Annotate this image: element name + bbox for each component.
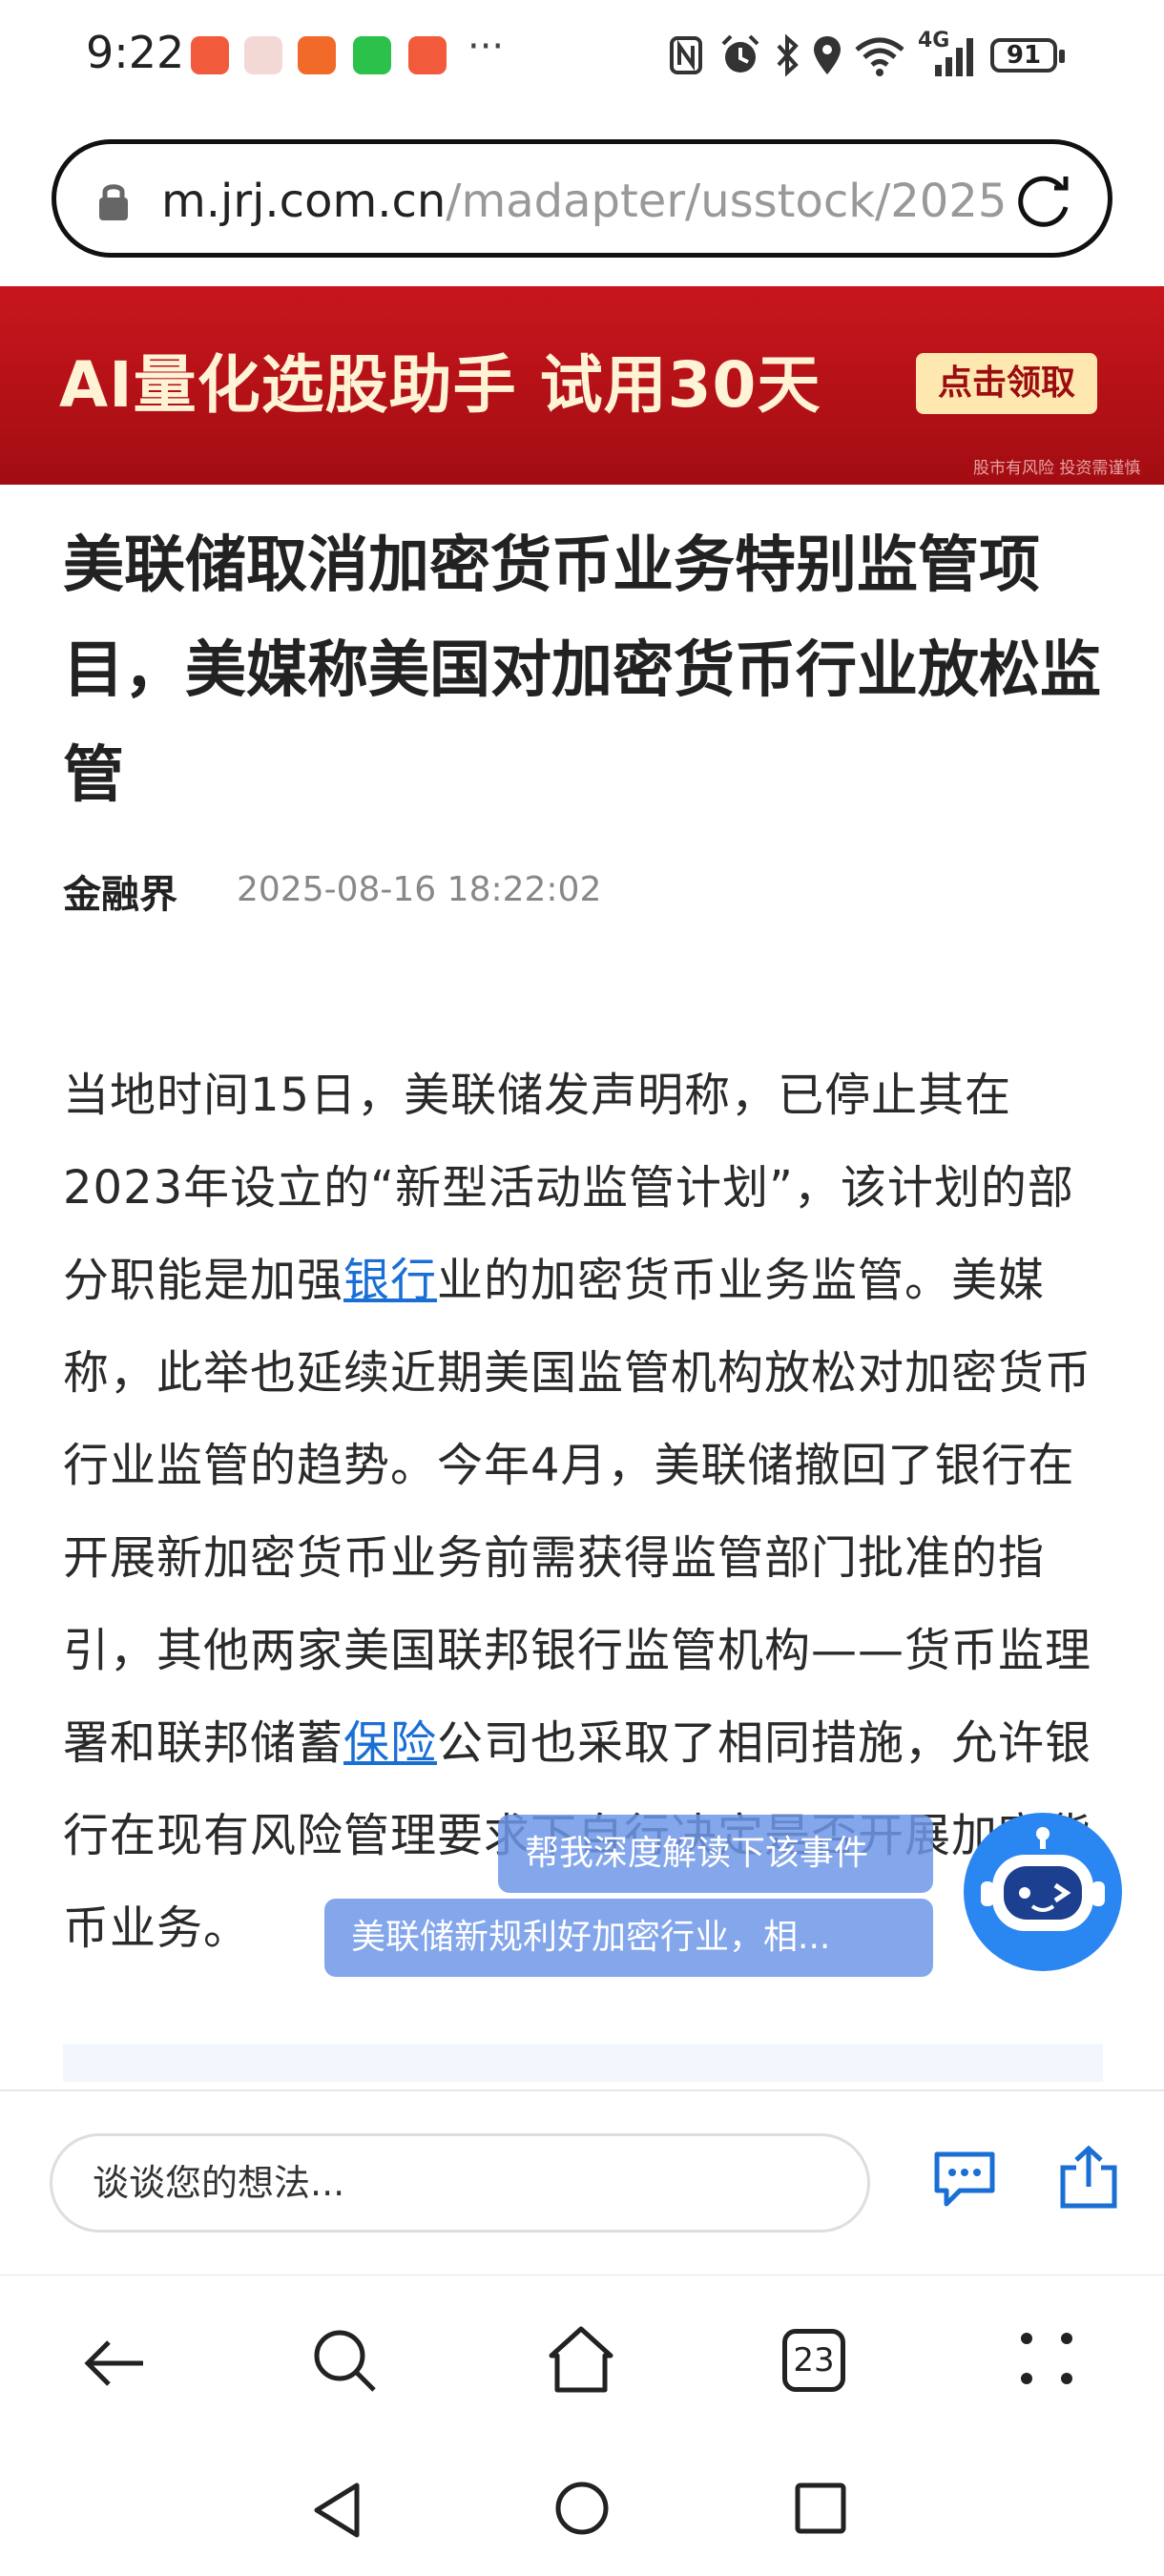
insurance-link[interactable]: 保险 — [343, 1716, 437, 1770]
body-text: 业的加密货币业务监管。美媒称，此举也延续近期美国监管机构放松对加密货币行业监管的… — [63, 1254, 1092, 1770]
home-icon[interactable] — [546, 2323, 616, 2396]
app-notification-icon — [298, 36, 336, 74]
ad-title: AI量化选股助手 试用30天 — [59, 348, 821, 422]
more-notifications-icon: ··· — [468, 25, 505, 69]
back-icon[interactable] — [80, 2329, 149, 2398]
url-domain: m.jrj.com.cn — [161, 175, 447, 228]
ad-disclaimer: 股市有风险 投资需谨慎 — [973, 459, 1141, 478]
system-back-icon[interactable] — [309, 2480, 366, 2541]
url-path: /madapter/usstock/2025 — [446, 175, 1008, 228]
alarm-icon — [721, 34, 759, 73]
comment-bar: 谈谈您的想法... — [0, 2091, 1164, 2273]
signal-icon — [935, 38, 973, 76]
location-icon — [814, 36, 841, 74]
status-bar: 9:22 ··· 4G 91 — [0, 0, 1164, 124]
app-notification-icon — [408, 36, 447, 74]
wifi-icon — [855, 37, 904, 76]
system-nav — [0, 2447, 1164, 2576]
app-notification-icon — [191, 36, 229, 74]
bank-link[interactable]: 银行 — [343, 1254, 437, 1307]
article-title: 美联储取消加密货币业务特别监管项目，美媒称美国对加密货币行业放松监管 — [63, 530, 1101, 811]
wechat-icon — [353, 36, 391, 74]
browser-nav: 23 — [0, 2275, 1164, 2447]
publish-time: 2025-08-16 18:22:02 — [237, 870, 602, 909]
article-source[interactable]: 金融界 — [63, 863, 177, 919]
robot-face-icon — [967, 1816, 1119, 1968]
comment-input[interactable]: 谈谈您的想法... — [50, 2133, 870, 2233]
address-bar[interactable]: m.jrj.com.cn/madapter/usstock/2025 — [52, 139, 1112, 258]
ai-prompt-button[interactable]: 帮我深度解读下该事件 — [498, 1815, 933, 1893]
nfc-icon — [670, 36, 702, 74]
system-home-icon[interactable] — [553, 2480, 611, 2537]
ad-banner[interactable]: AI量化选股助手 试用30天 点击领取 股市有风险 投资需谨慎 — [0, 286, 1164, 485]
menu-icon[interactable] — [1015, 2327, 1078, 2390]
app-notification-icon — [244, 36, 282, 74]
url-text[interactable]: m.jrj.com.cn/madapter/usstock/2025 — [161, 175, 1020, 228]
system-recents-icon[interactable] — [794, 2482, 847, 2535]
bluetooth-icon — [777, 33, 799, 77]
reload-icon[interactable] — [1012, 169, 1075, 232]
ai-prompt-button[interactable]: 美联储新规利好加密行业，相... — [324, 1899, 933, 1977]
share-icon[interactable] — [1055, 2143, 1122, 2212]
search-icon[interactable] — [311, 2327, 380, 2396]
comments-icon[interactable] — [931, 2147, 998, 2213]
claim-button[interactable]: 点击领取 — [916, 353, 1097, 414]
quote-box — [63, 2044, 1103, 2082]
battery-tip — [1059, 50, 1065, 63]
tabs-button[interactable]: 23 — [782, 2329, 845, 2392]
lock-icon — [99, 184, 128, 220]
ai-assistant-robot-icon[interactable] — [964, 1813, 1122, 1971]
status-time: 9:22 — [86, 27, 185, 78]
battery-icon: 91 — [990, 38, 1057, 73]
